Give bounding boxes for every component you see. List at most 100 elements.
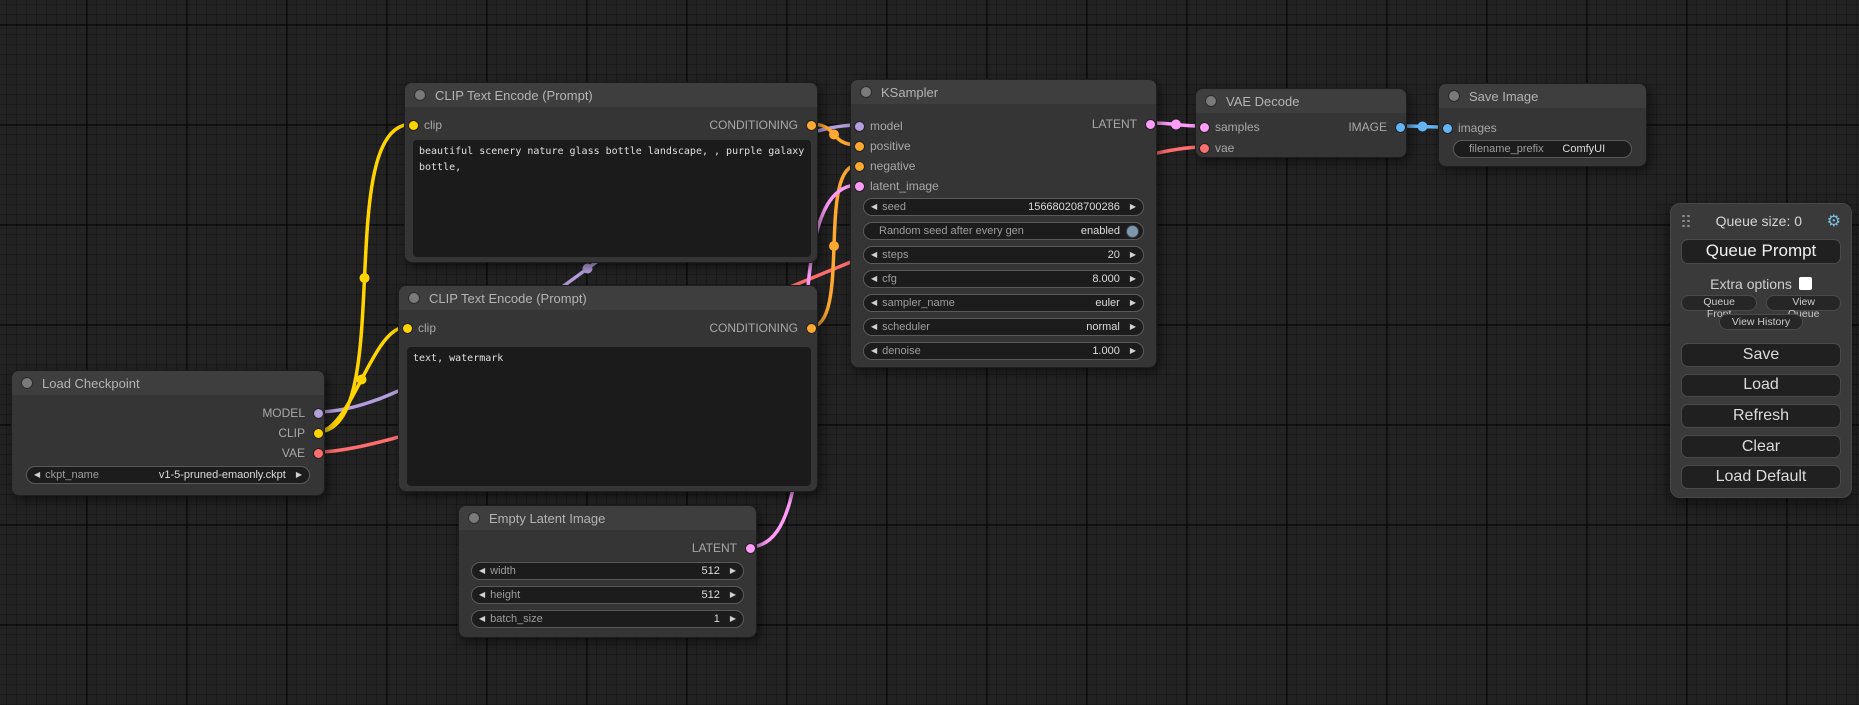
widget-filename-prefix[interactable]: filename_prefixComfyUI bbox=[1453, 140, 1632, 158]
decrement-arrow-icon[interactable]: ◀ bbox=[871, 203, 877, 211]
widget-value: ComfyUI bbox=[1562, 143, 1605, 155]
increment-arrow-icon[interactable]: ▶ bbox=[1130, 299, 1136, 307]
widget-value: 1 bbox=[714, 613, 720, 625]
collapse-dot-icon[interactable] bbox=[860, 86, 872, 98]
node-title-bar[interactable]: Empty Latent Image bbox=[459, 506, 756, 530]
slot-label: VAE bbox=[282, 446, 305, 460]
view-history-button[interactable]: View History bbox=[1719, 314, 1803, 330]
input-slot-clip[interactable] bbox=[408, 120, 419, 131]
widget-ckpt-name[interactable]: ◀ckpt_namev1-5-pruned-emaonly.ckpt▶ bbox=[26, 466, 310, 484]
refresh-button[interactable]: Refresh bbox=[1681, 404, 1841, 428]
widget-label: seed bbox=[882, 201, 906, 213]
decrement-arrow-icon[interactable]: ◀ bbox=[871, 251, 877, 259]
collapse-dot-icon[interactable] bbox=[21, 377, 33, 389]
node-title-bar[interactable]: CLIP Text Encode (Prompt) bbox=[399, 286, 817, 310]
load-default-button[interactable]: Load Default bbox=[1681, 465, 1841, 489]
toggle-knob-icon[interactable] bbox=[1126, 225, 1139, 238]
settings-gear-icon[interactable]: ⚙ bbox=[1827, 213, 1841, 229]
collapse-dot-icon[interactable] bbox=[468, 512, 480, 524]
collapse-dot-icon[interactable] bbox=[1205, 95, 1217, 107]
decrement-arrow-icon[interactable]: ◀ bbox=[871, 347, 877, 355]
collapse-dot-icon[interactable] bbox=[414, 89, 426, 101]
widget-cfg[interactable]: ◀cfg8.000▶ bbox=[863, 270, 1144, 288]
widget-denoise[interactable]: ◀denoise1.000▶ bbox=[863, 342, 1144, 360]
link-midpoint-dot bbox=[829, 241, 839, 251]
widget-steps[interactable]: ◀steps20▶ bbox=[863, 246, 1144, 264]
input-slot-vae[interactable] bbox=[1199, 143, 1210, 154]
slot-label: samples bbox=[1215, 120, 1260, 134]
widget-label: Random seed after every gen bbox=[879, 225, 1024, 237]
extra-options-checkbox[interactable] bbox=[1799, 277, 1812, 290]
node-empty-latent[interactable]: Empty Latent Image LATENT ◀width512▶ ◀heigh… bbox=[458, 505, 757, 638]
prompt-textarea[interactable]: beautiful scenery nature glass bottle la… bbox=[413, 140, 811, 257]
increment-arrow-icon[interactable]: ▶ bbox=[1130, 323, 1136, 331]
node-ksampler[interactable]: KSamplermodelpositivenegativelatent_imag… bbox=[850, 79, 1157, 368]
slot-label: CONDITIONING bbox=[709, 321, 798, 335]
input-slot-model[interactable] bbox=[854, 121, 865, 132]
clear-button[interactable]: Clear bbox=[1681, 435, 1841, 459]
output-slot-MODEL[interactable] bbox=[313, 408, 324, 419]
slot-label: CLIP bbox=[278, 426, 305, 440]
slot-label: clip bbox=[424, 118, 442, 132]
widget-seed[interactable]: ◀seed156680208700286▶ bbox=[863, 198, 1144, 216]
decrement-arrow-icon[interactable]: ◀ bbox=[479, 615, 485, 623]
increment-arrow-icon[interactable]: ▶ bbox=[730, 591, 736, 599]
widget-random-seed-after-every-gen[interactable]: Random seed after every genenabled bbox=[863, 222, 1144, 240]
widget-batch-size[interactable]: ◀ batch_size 1 ▶ bbox=[471, 610, 744, 628]
node-title-bar[interactable]: KSampler bbox=[851, 80, 1156, 104]
increment-arrow-icon[interactable]: ▶ bbox=[730, 567, 736, 575]
increment-arrow-icon[interactable]: ▶ bbox=[1130, 275, 1136, 283]
prompt-textarea[interactable]: text, watermark bbox=[407, 347, 811, 486]
decrement-arrow-icon[interactable]: ◀ bbox=[871, 275, 877, 283]
output-slot-LATENT[interactable] bbox=[745, 543, 756, 554]
node-vae-decode[interactable]: VAE DecodesamplesvaeIMAGE bbox=[1195, 88, 1407, 158]
decrement-arrow-icon[interactable]: ◀ bbox=[871, 323, 877, 331]
decrement-arrow-icon[interactable]: ◀ bbox=[479, 567, 485, 575]
input-slot-latent_image[interactable] bbox=[854, 181, 865, 192]
load-button[interactable]: Load bbox=[1681, 374, 1841, 398]
increment-arrow-icon[interactable]: ▶ bbox=[296, 471, 302, 479]
widget-value: normal bbox=[1086, 321, 1120, 333]
decrement-arrow-icon[interactable]: ◀ bbox=[34, 471, 40, 479]
widget-width[interactable]: ◀width512▶ bbox=[471, 562, 744, 580]
input-slot-images[interactable] bbox=[1442, 123, 1453, 134]
node-title-bar[interactable]: VAE Decode bbox=[1196, 89, 1406, 113]
increment-arrow-icon[interactable]: ▶ bbox=[1130, 203, 1136, 211]
node-clip-positive[interactable]: CLIP Text Encode (Prompt)clipCONDITIONIN… bbox=[404, 82, 818, 263]
increment-arrow-icon[interactable]: ▶ bbox=[1130, 251, 1136, 259]
save-button[interactable]: Save bbox=[1681, 343, 1841, 367]
collapse-dot-icon[interactable] bbox=[408, 292, 420, 304]
widget-sampler-name[interactable]: ◀sampler_nameeuler▶ bbox=[863, 294, 1144, 312]
increment-arrow-icon[interactable]: ▶ bbox=[1130, 347, 1136, 355]
slot-label: LATENT bbox=[1092, 117, 1137, 131]
increment-arrow-icon[interactable]: ▶ bbox=[730, 615, 736, 623]
output-slot-CONDITIONING[interactable] bbox=[806, 120, 817, 131]
output-slot-VAE[interactable] bbox=[313, 448, 324, 459]
output-slot-CONDITIONING[interactable] bbox=[806, 323, 817, 334]
output-slot-LATENT[interactable] bbox=[1145, 119, 1156, 130]
widget-height[interactable]: ◀height512▶ bbox=[471, 586, 744, 604]
node-graph-canvas[interactable]: Queue size: 0 ⚙ Queue Prompt Extra optio… bbox=[0, 0, 1859, 705]
output-slot-IMAGE[interactable] bbox=[1395, 122, 1406, 133]
node-load-checkpoint[interactable]: Load CheckpointMODELCLIPVAE◀ckpt_namev1-… bbox=[11, 370, 325, 496]
view-queue-button[interactable]: View Queue bbox=[1766, 295, 1841, 311]
drag-handle-icon[interactable] bbox=[1681, 214, 1691, 228]
output-slot-CLIP[interactable] bbox=[313, 428, 324, 439]
node-title-bar[interactable]: Load Checkpoint bbox=[12, 371, 324, 395]
input-slot-negative[interactable] bbox=[854, 161, 865, 172]
widget-scheduler[interactable]: ◀schedulernormal▶ bbox=[863, 318, 1144, 336]
node-title-bar[interactable]: Save Image bbox=[1439, 84, 1646, 108]
collapse-dot-icon[interactable] bbox=[1448, 90, 1460, 102]
decrement-arrow-icon[interactable]: ◀ bbox=[479, 591, 485, 599]
input-slot-positive[interactable] bbox=[854, 141, 865, 152]
node-title-bar[interactable]: CLIP Text Encode (Prompt) bbox=[405, 83, 817, 107]
input-slot-clip[interactable] bbox=[402, 323, 413, 334]
input-slot-samples[interactable] bbox=[1199, 122, 1210, 133]
slot-label: LATENT bbox=[692, 541, 737, 555]
node-clip-negative[interactable]: CLIP Text Encode (Prompt)clipCONDITIONIN… bbox=[398, 285, 818, 492]
decrement-arrow-icon[interactable]: ◀ bbox=[871, 299, 877, 307]
queue-front-button[interactable]: Queue Front bbox=[1681, 295, 1757, 311]
queue-prompt-button[interactable]: Queue Prompt bbox=[1681, 239, 1841, 265]
widget-label: batch_size bbox=[490, 613, 543, 625]
node-save-image[interactable]: Save Imageimagesfilename_prefixComfyUI bbox=[1438, 83, 1647, 167]
